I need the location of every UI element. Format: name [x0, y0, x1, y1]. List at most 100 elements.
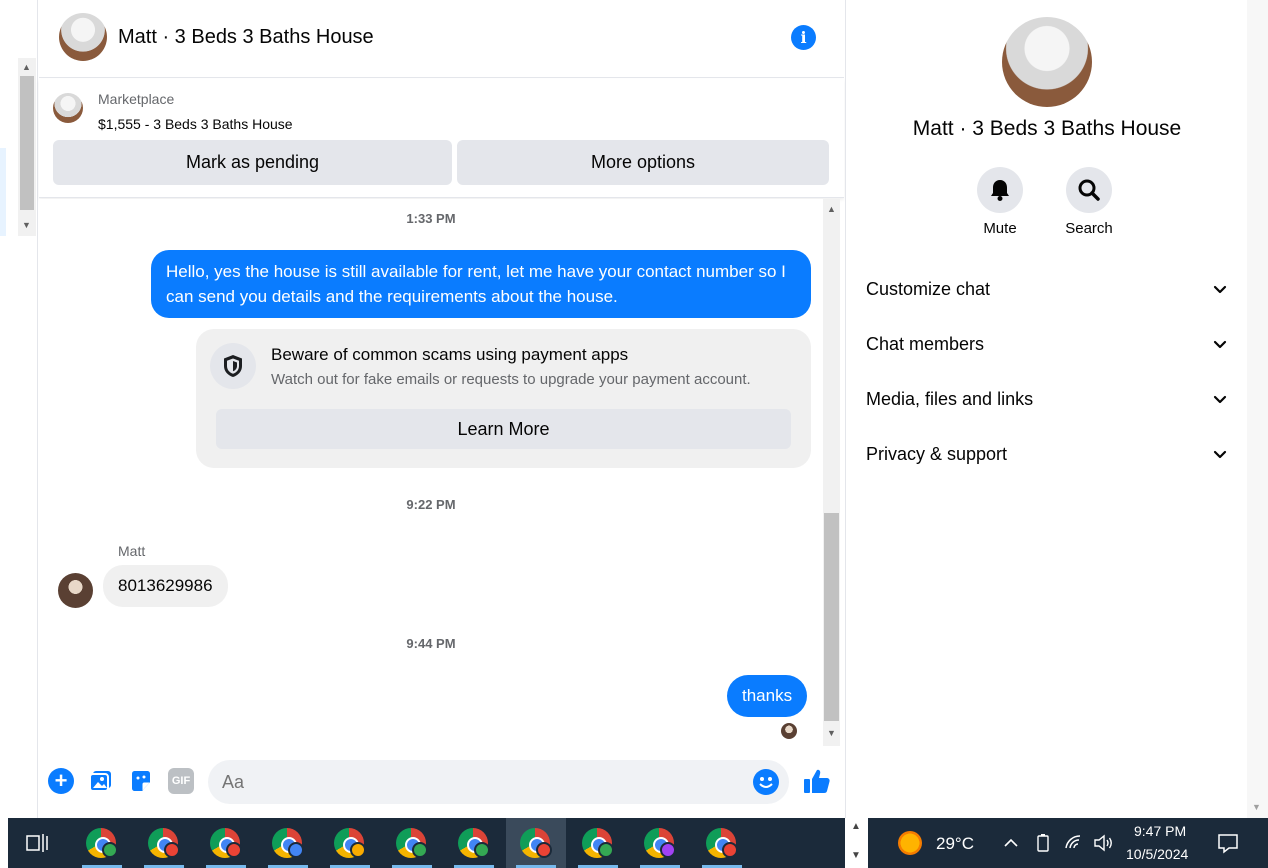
taskbar-chrome-window[interactable] [196, 818, 256, 868]
media-files-links-row[interactable]: Media, files and links [866, 389, 1228, 433]
plus-icon[interactable]: + [48, 768, 74, 794]
taskbar-chrome-window[interactable] [568, 818, 628, 868]
profile-badge-icon [660, 842, 676, 858]
read-receipt-avatar [781, 723, 797, 739]
listing-thumbnail[interactable] [53, 93, 83, 123]
mute-label: Mute [983, 220, 1017, 237]
scroll-down-arrow-icon[interactable]: ▼ [22, 220, 31, 230]
conversation-avatar-large[interactable] [1002, 17, 1092, 107]
search-button[interactable]: Search [1054, 167, 1124, 237]
profile-badge-icon [412, 842, 428, 858]
page-scrollbar[interactable] [1247, 0, 1268, 818]
taskbar-chrome-window[interactable] [134, 818, 194, 868]
left-scrollbar-thumb[interactable] [20, 76, 34, 210]
notification-center-icon[interactable] [1216, 831, 1240, 855]
chevron-down-icon [1213, 395, 1227, 404]
scroll-down-arrow-icon[interactable]: ▼ [827, 728, 836, 738]
taskbar-chrome-window[interactable] [320, 818, 380, 868]
scam-warning-card: Beware of common scams using payment app… [196, 329, 811, 468]
incoming-message[interactable]: 8013629986 [103, 565, 228, 607]
chat-header: Matt · 3 Beds 3 Baths House i [39, 0, 844, 78]
scroll-up-arrow-icon[interactable]: ▲ [827, 204, 836, 214]
taskbar-chrome-window[interactable] [72, 818, 132, 868]
more-options-button[interactable]: More options [457, 140, 829, 185]
outgoing-message[interactable]: thanks [727, 675, 808, 717]
taskbar-chrome-window[interactable] [506, 818, 566, 868]
scam-warning-title: Beware of common scams using payment app… [271, 345, 629, 364]
learn-more-button[interactable]: Learn More [216, 409, 791, 449]
taskbar-edge [0, 818, 8, 868]
chevron-down-icon [1213, 285, 1227, 294]
search-icon [1066, 167, 1112, 213]
scam-warning-body: Watch out for fake emails or requests to… [271, 371, 751, 388]
battery-icon[interactable] [1034, 833, 1052, 853]
conversation-avatar[interactable] [59, 13, 107, 61]
chevron-up-icon[interactable]: ▲ [851, 821, 861, 832]
mark-as-pending-button[interactable]: Mark as pending [53, 140, 452, 185]
bell-icon [977, 167, 1023, 213]
profile-badge-icon [722, 842, 738, 858]
profile-badge-icon [350, 842, 366, 858]
show-hidden-icons-icon[interactable] [1002, 834, 1020, 852]
taskbar-overflow[interactable]: ▲ ▼ [845, 818, 869, 868]
shield-icon [210, 343, 256, 389]
sticker-icon[interactable] [128, 768, 154, 794]
row-label: Privacy & support [866, 444, 1008, 464]
scroll-down-arrow-icon[interactable]: ▼ [1252, 802, 1261, 812]
profile-badge-icon [102, 842, 118, 858]
row-label: Chat members [866, 334, 985, 354]
chevron-down-icon [1213, 340, 1227, 349]
taskbar-chrome-window[interactable] [630, 818, 690, 868]
profile-badge-icon [474, 842, 490, 858]
chevron-down-icon[interactable]: ▼ [851, 850, 861, 861]
row-label: Media, files and links [866, 389, 1034, 409]
weather-sun-icon[interactable] [898, 831, 922, 855]
outgoing-message[interactable]: Hello, yes the house is still available … [151, 250, 811, 318]
volume-icon[interactable] [1092, 833, 1114, 853]
sender-name: Matt [118, 543, 146, 559]
wifi-icon[interactable] [1064, 833, 1084, 853]
profile-badge-icon [164, 842, 180, 858]
message-timestamp: 1:33 PM [406, 211, 456, 226]
profile-badge-icon [536, 842, 552, 858]
mute-button[interactable]: Mute [965, 167, 1035, 237]
message-composer: + GIF [39, 746, 844, 818]
listing-title[interactable]: $1,555 - 3 Beds 3 Baths House [98, 116, 293, 132]
scroll-up-arrow-icon[interactable]: ▲ [22, 62, 31, 72]
conversation-title[interactable]: Matt · 3 Beds 3 Baths House [118, 26, 374, 49]
task-view-icon[interactable] [24, 830, 50, 856]
weather-temperature[interactable]: 29°C [936, 834, 974, 854]
gif-icon[interactable]: GIF [168, 768, 194, 794]
taskbar-chrome-window[interactable] [692, 818, 752, 868]
left-panel-highlight [0, 148, 6, 236]
privacy-support-row[interactable]: Privacy & support [866, 444, 1228, 488]
emoji-icon[interactable] [753, 769, 779, 795]
taskbar-chrome-window[interactable] [382, 818, 442, 868]
marketplace-listing-panel: Marketplace $1,555 - 3 Beds 3 Baths Hous… [39, 79, 844, 198]
conversation-title-large: Matt · 3 Beds 3 Baths House [912, 117, 1182, 140]
chat-scrollbar-thumb[interactable] [824, 513, 839, 721]
profile-badge-icon [288, 842, 304, 858]
search-label: Search [1065, 220, 1113, 237]
system-tray: 29°C 9:47 PM 10/5/2024 [868, 818, 1268, 868]
row-label: Customize chat [866, 279, 991, 299]
chat-members-row[interactable]: Chat members [866, 334, 1228, 378]
message-input[interactable] [208, 760, 789, 804]
info-icon[interactable]: i [791, 25, 816, 50]
message-list: 1:33 PM Hello, yes the house is still av… [39, 199, 823, 746]
customize-chat-row[interactable]: Customize chat [866, 279, 1228, 323]
conversation-details-panel: Matt · 3 Beds 3 Baths House Mute Search … [845, 0, 1247, 818]
message-timestamp: 9:22 PM [406, 497, 456, 512]
clock-time[interactable]: 9:47 PM [1134, 823, 1186, 839]
windows-taskbar: ▲ ▼ 29°C 9:47 PM 10/5/2024 [0, 818, 1268, 868]
taskbar-chrome-window[interactable] [258, 818, 318, 868]
profile-badge-icon [598, 842, 614, 858]
taskbar-chrome-window[interactable] [444, 818, 504, 868]
thumbs-up-icon[interactable] [802, 766, 832, 796]
photo-icon[interactable] [88, 768, 114, 794]
message-timestamp: 9:44 PM [406, 636, 456, 651]
sender-avatar[interactable] [58, 573, 93, 608]
chevron-down-icon [1213, 450, 1227, 459]
profile-badge-icon [226, 842, 242, 858]
clock-date[interactable]: 10/5/2024 [1126, 846, 1188, 862]
